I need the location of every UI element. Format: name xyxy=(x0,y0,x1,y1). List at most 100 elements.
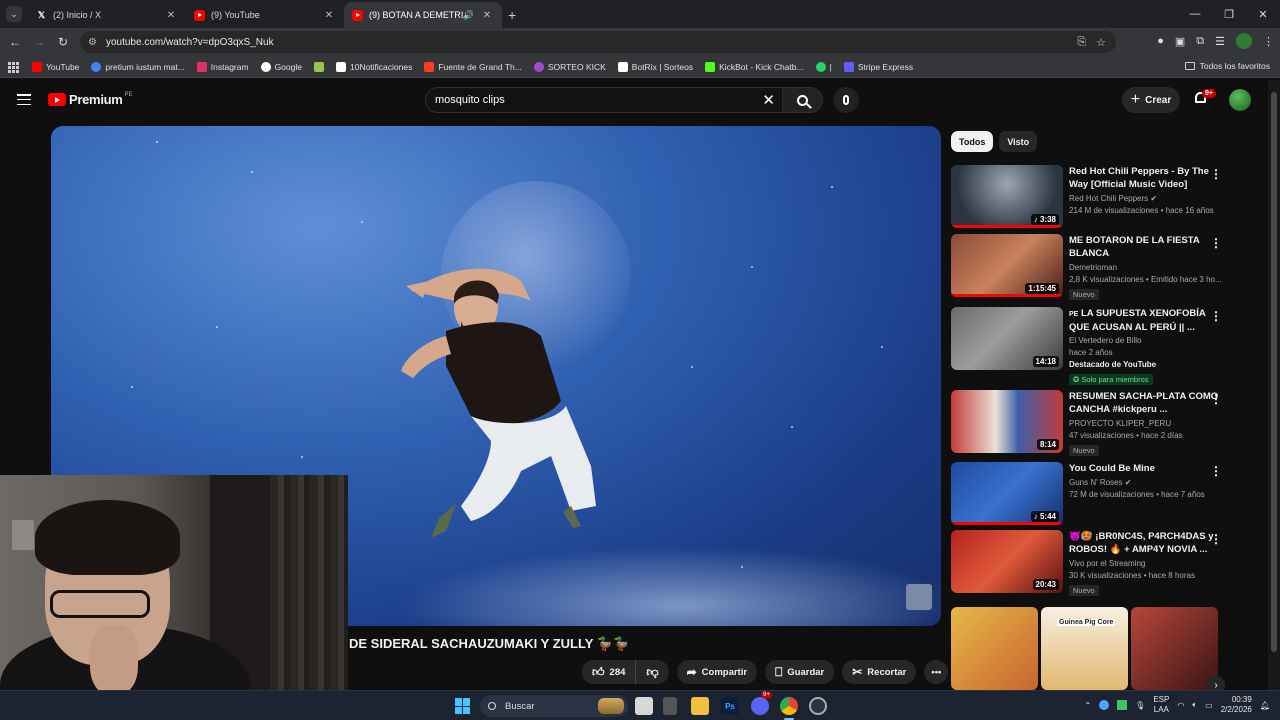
short-item[interactable] xyxy=(951,607,1038,690)
create-button[interactable]: + Crear xyxy=(1122,87,1180,113)
more-options-icon[interactable]: ⋮ xyxy=(1210,167,1222,181)
menu-icon[interactable] xyxy=(17,94,31,105)
forward-icon[interactable]: → xyxy=(27,35,51,49)
file-explorer-icon[interactable] xyxy=(691,697,709,715)
more-options-icon[interactable]: ⋮ xyxy=(1210,236,1222,250)
search-highlight-image xyxy=(598,698,624,714)
like-count: 284 xyxy=(609,666,626,678)
recommendation-item[interactable]: 1:15:45 ME BOTARON DE LA FIESTA BLANCA D… xyxy=(951,234,1226,302)
bookmark-kickbot[interactable]: KickBot - Kick Chatb... xyxy=(705,61,804,72)
input-language[interactable]: ESP LAA xyxy=(1153,695,1169,715)
search-button[interactable] xyxy=(782,87,823,113)
bookmark-whatsapp[interactable]: | xyxy=(815,61,832,72)
more-options-icon[interactable]: ⋮ xyxy=(1210,532,1222,546)
account-avatar[interactable] xyxy=(1229,89,1251,111)
more-options-icon[interactable]: ⋮ xyxy=(1210,464,1222,478)
bookmark-10notificaciones[interactable]: 10Notificaciones xyxy=(335,61,412,72)
microphone-tray-icon[interactable]: 🎙︎ xyxy=(1135,701,1145,710)
browser-tab-x[interactable]: 𝕏 (2) Inicio / X ✕ xyxy=(28,2,186,28)
url-field[interactable]: ⚙ youtube.com/watch?v=dpO3qxS_Nuk ⎘ ☆ xyxy=(80,31,1116,53)
chip-todos[interactable]: Todos xyxy=(951,131,994,152)
reload-icon[interactable]: ↻ xyxy=(51,35,75,49)
extension-card-icon[interactable]: ▣ xyxy=(1175,35,1185,48)
reading-list-icon[interactable]: ☰ xyxy=(1215,35,1225,48)
minimize-icon[interactable]: — xyxy=(1178,8,1212,20)
back-icon[interactable]: ← xyxy=(3,35,27,49)
youtube-premium-logo[interactable]: Premium PE xyxy=(48,92,133,107)
search-input[interactable]: mosquito clips ✕ xyxy=(425,87,785,113)
bookmark-pretium[interactable]: pretium iustum mat... xyxy=(91,61,185,72)
short-item[interactable] xyxy=(1131,607,1218,690)
bookmark-sorteo-kick[interactable]: SORTEO KICK xyxy=(533,61,606,72)
bookmark-label: Fuente de Grand Th... xyxy=(438,61,522,72)
more-actions-button[interactable]: ••• xyxy=(924,660,949,684)
more-options-icon[interactable]: ⋮ xyxy=(1210,309,1222,323)
recommendation-item[interactable]: 8:14 RESUMEN SACHA-PLATA COMO CANCHA #ki… xyxy=(951,390,1226,458)
dislike-button[interactable]: 👎︎ xyxy=(636,660,669,684)
save-button[interactable]: ⎕ Guardar xyxy=(765,660,835,684)
browser-tab-youtube[interactable]: (9) YouTube ✕ xyxy=(186,2,344,28)
apps-grid-icon[interactable] xyxy=(8,61,19,73)
onedrive-icon[interactable] xyxy=(1099,700,1110,710)
page-scrollbar[interactable] xyxy=(1268,80,1280,690)
bookmark-botrix[interactable]: BotRix | Sorteos xyxy=(617,61,693,72)
speaker-icon[interactable]: 🔊 xyxy=(463,10,474,21)
obs-icon[interactable] xyxy=(809,697,827,715)
site-info-icon[interactable]: ⚙ xyxy=(88,37,97,48)
bookmark-label: Google xyxy=(274,61,302,72)
tray-app-icon[interactable] xyxy=(1117,700,1128,710)
battery-icon[interactable]: ▭ xyxy=(1205,701,1213,710)
wifi-icon[interactable]: ◠ xyxy=(1177,701,1184,710)
windows-start-icon[interactable] xyxy=(455,698,471,714)
botrix-favicon-icon xyxy=(617,61,628,72)
bookmark-stripe[interactable]: Stripe Express xyxy=(843,61,913,72)
bookmark-google[interactable]: Google xyxy=(260,61,302,72)
notifications-tray-icon[interactable]: 🔔︎ xyxy=(1260,701,1270,710)
task-view-icon[interactable] xyxy=(635,697,653,715)
close-tab-icon[interactable]: ✕ xyxy=(164,10,178,21)
bookmark-unnamed[interactable] xyxy=(313,61,328,72)
thumbs-up-icon: 👍︎ xyxy=(592,664,605,679)
more-options-icon[interactable]: ⋮ xyxy=(1210,392,1222,406)
tab-search-button[interactable]: ⌄ xyxy=(6,6,22,22)
short-item[interactable]: Guinea Pig Core xyxy=(1041,607,1128,690)
chrome-icon[interactable] xyxy=(780,697,798,715)
all-bookmarks-button[interactable]: Todos los favoritos xyxy=(1184,61,1270,71)
clear-search-icon[interactable]: ✕ xyxy=(762,91,775,109)
video-thumbnail: 14:18 xyxy=(951,307,1063,370)
new-tab-button[interactable]: + xyxy=(508,7,516,23)
profile-avatar[interactable] xyxy=(1236,33,1252,49)
chip-visto[interactable]: Visto xyxy=(999,131,1038,152)
bookmark-youtube[interactable]: YouTube xyxy=(32,61,79,72)
video-thumbnail-preview xyxy=(906,584,932,610)
chrome-menu-icon[interactable]: ⋮ xyxy=(1263,35,1274,48)
voice-search-button[interactable] xyxy=(833,87,859,113)
photoshop-icon[interactable]: Ps xyxy=(721,697,739,715)
share-button[interactable]: ➦ Compartir xyxy=(676,660,758,684)
like-button[interactable]: 👍︎ 284 xyxy=(582,660,637,684)
close-tab-icon[interactable]: ✕ xyxy=(480,10,494,21)
discord-icon[interactable] xyxy=(751,697,769,715)
bookmark-instagram[interactable]: Instagram xyxy=(196,61,249,72)
bookmark-star-icon[interactable]: ☆ xyxy=(1096,36,1106,49)
tray-overflow-icon[interactable]: ⌃ xyxy=(1084,701,1091,710)
globe-favicon-icon xyxy=(91,61,102,72)
clip-button[interactable]: ✂ Recortar xyxy=(842,660,917,684)
recommendation-item[interactable]: ♪ 3:38 Red Hot Chili Peppers - By The Wa… xyxy=(951,165,1226,228)
volume-icon[interactable]: 🔈︎ xyxy=(1192,700,1197,710)
phone-link-icon[interactable] xyxy=(663,697,677,715)
close-tab-icon[interactable]: ✕ xyxy=(322,10,336,21)
recommendation-item[interactable]: ♪ 5:44 You Could Be Mine Guns N' Roses ✔… xyxy=(951,462,1226,525)
like-dislike-group: 👍︎ 284 👎︎ xyxy=(582,660,669,684)
restore-icon[interactable]: ❐ xyxy=(1212,8,1246,21)
install-icon[interactable]: ⎘ xyxy=(1077,36,1086,49)
extensions-puzzle-icon[interactable]: ⧉ xyxy=(1196,35,1204,48)
bookmark-grand-theft[interactable]: Fuente de Grand Th... xyxy=(424,61,522,72)
browser-tab-active[interactable]: (9) BOTAN A DEMETRIOMA 🔊 ✕ xyxy=(344,2,502,28)
close-window-icon[interactable]: ✕ xyxy=(1246,8,1280,21)
recommendation-item[interactable]: 20:43 😈🥵 ¡BR0NC4S, P4RCH4DAS y ROBOS! 🔥 … xyxy=(951,530,1226,598)
taskbar-search[interactable]: Buscar xyxy=(480,695,628,717)
clock[interactable]: 00:39 2/2/2026 xyxy=(1221,695,1252,715)
recommendation-item[interactable]: 14:18 PE LA SUPUESTA XENOFOBÍA QUE ACUSA… xyxy=(951,307,1226,387)
extension-flame-icon[interactable]: ● xyxy=(1157,35,1164,47)
